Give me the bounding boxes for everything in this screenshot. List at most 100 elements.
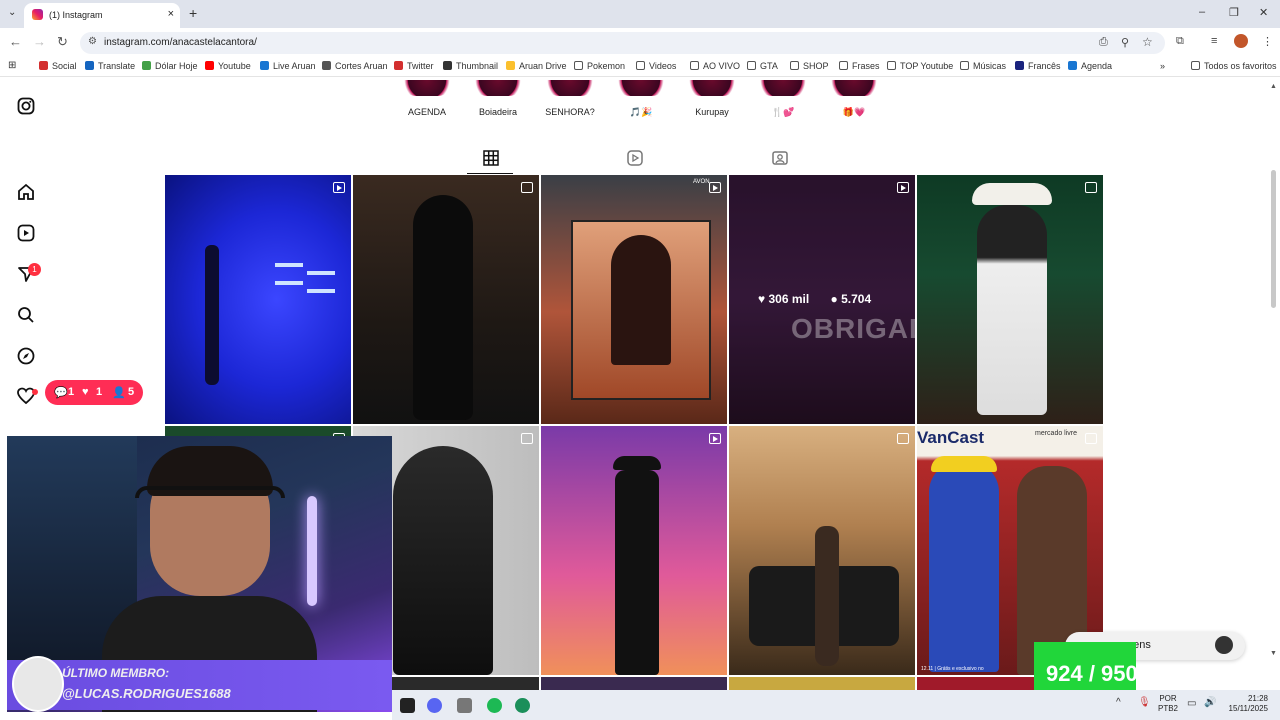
instagram-logo-icon[interactable] <box>16 97 36 117</box>
network-icon[interactable]: ▭ <box>1187 698 1196 709</box>
bookmark-dolar-hoje[interactable]: Dólar Hoje <box>142 61 198 71</box>
site-info-icon[interactable]: ⚙ <box>88 36 97 47</box>
bookmark-star-icon[interactable]: ☆ <box>1142 35 1153 49</box>
bookmark-label: Agenda <box>1081 61 1113 71</box>
scroll-up-icon[interactable]: ▲ <box>1270 83 1277 90</box>
bookmark-shop[interactable]: SHOP <box>790 61 829 71</box>
search-icon[interactable] <box>16 306 36 326</box>
reels-icon[interactable] <box>16 224 36 244</box>
minimize-icon[interactable]: – <box>1199 6 1205 18</box>
highlight-cover[interactable] <box>471 80 525 96</box>
bookmark-thumbnail[interactable]: Thumbnail <box>443 61 498 71</box>
post-tile[interactable] <box>917 175 1103 424</box>
more-bookmarks-icon[interactable]: » <box>1160 61 1165 71</box>
likes-count: 306 mil <box>768 292 810 306</box>
tab-tagged[interactable] <box>770 150 790 169</box>
close-window-icon[interactable]: ✕ <box>1259 6 1268 19</box>
capcut-icon[interactable] <box>400 698 415 713</box>
reels-tab-icon <box>627 150 643 166</box>
bookmark-label: AO VIVO <box>703 61 741 71</box>
zoom-icon[interactable]: ⚲ <box>1121 36 1129 49</box>
bookmark-label: TOP Youtube <box>900 61 954 71</box>
explore-compass-icon[interactable] <box>16 347 36 367</box>
goal-counter: 924 / 950 <box>1046 661 1138 686</box>
all-bookmarks[interactable]: Todos os favoritos <box>1191 61 1277 71</box>
likes-heart-icon: ♥ <box>758 292 766 306</box>
bookmark-frances[interactable]: Francês <box>1015 61 1061 71</box>
browser-tab[interactable]: (1) Instagram × <box>24 3 180 28</box>
bookmark-top-youtube[interactable]: TOP Youtube <box>887 61 953 71</box>
post-figure <box>977 205 1047 415</box>
chrome-menu-icon[interactable]: ⋮ <box>1262 35 1273 48</box>
post-tile[interactable] <box>729 677 915 690</box>
post-tile[interactable] <box>541 426 727 675</box>
highlight-cover[interactable] <box>756 80 810 96</box>
bookmark-agenda[interactable]: Agenda <box>1068 61 1112 71</box>
post-tile[interactable] <box>353 175 539 424</box>
post-tile[interactable]: AVON <box>541 175 727 424</box>
bookmark-translate[interactable]: Translate <box>85 61 135 71</box>
tab-search-icon[interactable]: ⌄ <box>8 7 16 18</box>
tab-posts-grid[interactable] <box>481 150 501 169</box>
scroll-down-icon[interactable]: ▼ <box>1270 650 1277 657</box>
light-strip <box>307 289 335 293</box>
bookmark-label: Todos os favoritos <box>1204 61 1277 71</box>
bookmark-musicas[interactable]: Músicas <box>960 61 1006 71</box>
bookmark-frases[interactable]: Frases <box>839 61 880 71</box>
reel-badge-icon <box>333 182 345 193</box>
tray-chevron-icon[interactable]: ^ <box>1116 697 1121 708</box>
activity-notification-bubble[interactable]: 💬 1 ♥ 1 👤 5 <box>45 380 143 405</box>
highlight-cover[interactable] <box>400 80 454 96</box>
bookmark-gta[interactable]: GTA <box>747 61 778 71</box>
system-clock[interactable]: 21:28 15/11/2025 <box>1224 694 1268 714</box>
reload-icon[interactable]: ↻ <box>57 34 68 50</box>
keyboard-language[interactable]: POR PTB2 <box>1158 694 1178 714</box>
bookmark-cortes-aruan[interactable]: Cortes Aruan <box>322 61 388 71</box>
home-icon[interactable] <box>16 183 36 203</box>
folder-icon <box>690 61 699 70</box>
active-tab-indicator <box>467 173 513 174</box>
bookmark-youtube[interactable]: Youtube <box>205 61 251 71</box>
browser-tab-strip: ⌄ (1) Instagram × + – ❐ ✕ <box>0 0 1280 28</box>
highlight-cover[interactable] <box>685 80 739 96</box>
post-tile[interactable] <box>541 677 727 690</box>
post-tile[interactable] <box>165 175 351 424</box>
light-strip <box>275 281 303 285</box>
app-icon[interactable] <box>515 698 530 713</box>
microphone-icon[interactable]: 🎙 <box>1138 697 1151 708</box>
post-tile[interactable] <box>729 426 915 675</box>
bookmark-ao-vivo[interactable]: AO VIVO <box>690 61 740 71</box>
address-bar[interactable]: ⚙ instagram.com/anacastelacantora/ ⎙ ⚲ ☆ <box>80 32 1165 54</box>
bookmark-social[interactable]: Social <box>39 61 77 71</box>
folder-icon <box>747 61 756 70</box>
spotify-icon[interactable] <box>487 698 502 713</box>
media-controls-icon[interactable]: ≡ <box>1211 35 1217 47</box>
install-app-icon[interactable]: ⎙ <box>1099 36 1108 49</box>
profile-avatar[interactable] <box>1234 34 1248 48</box>
highlight-cover[interactable] <box>543 80 597 96</box>
tab-reels[interactable] <box>625 150 645 169</box>
restore-icon[interactable]: ❐ <box>1229 6 1239 19</box>
bookmark-pokemon[interactable]: Pokemon <box>574 61 625 71</box>
volume-icon[interactable]: 🔊 <box>1204 697 1216 708</box>
bookmark-live-aruan[interactable]: Live Aruan <box>260 61 316 71</box>
discord-icon[interactable] <box>427 698 442 713</box>
camera-icon[interactable] <box>457 698 472 713</box>
post-figure <box>393 446 493 675</box>
bookmark-videos[interactable]: Videos <box>636 61 676 71</box>
highlight-label: 🍴💕 <box>771 107 795 117</box>
page-scrollbar[interactable] <box>1271 170 1276 308</box>
tab-close-icon[interactable]: × <box>168 8 174 20</box>
extensions-icon[interactable]: ⧉ <box>1176 35 1184 48</box>
bookmark-aruan-drive[interactable]: Aruan Drive <box>506 61 567 71</box>
forward-icon[interactable]: → <box>33 34 46 49</box>
bookmark-twitter[interactable]: Twitter <box>394 61 434 71</box>
post-hover-stats: ♥ 306 mil ● 5.704 <box>758 292 871 306</box>
apps-grid-icon[interactable]: ⊞ <box>8 60 16 71</box>
bookmark-label: Dólar Hoje <box>155 61 198 71</box>
new-tab-icon[interactable]: + <box>189 5 197 21</box>
back-icon[interactable]: ← <box>9 34 22 49</box>
highlight-cover[interactable] <box>827 80 881 96</box>
highlight-cover[interactable] <box>614 80 668 96</box>
folder-icon <box>887 61 896 70</box>
